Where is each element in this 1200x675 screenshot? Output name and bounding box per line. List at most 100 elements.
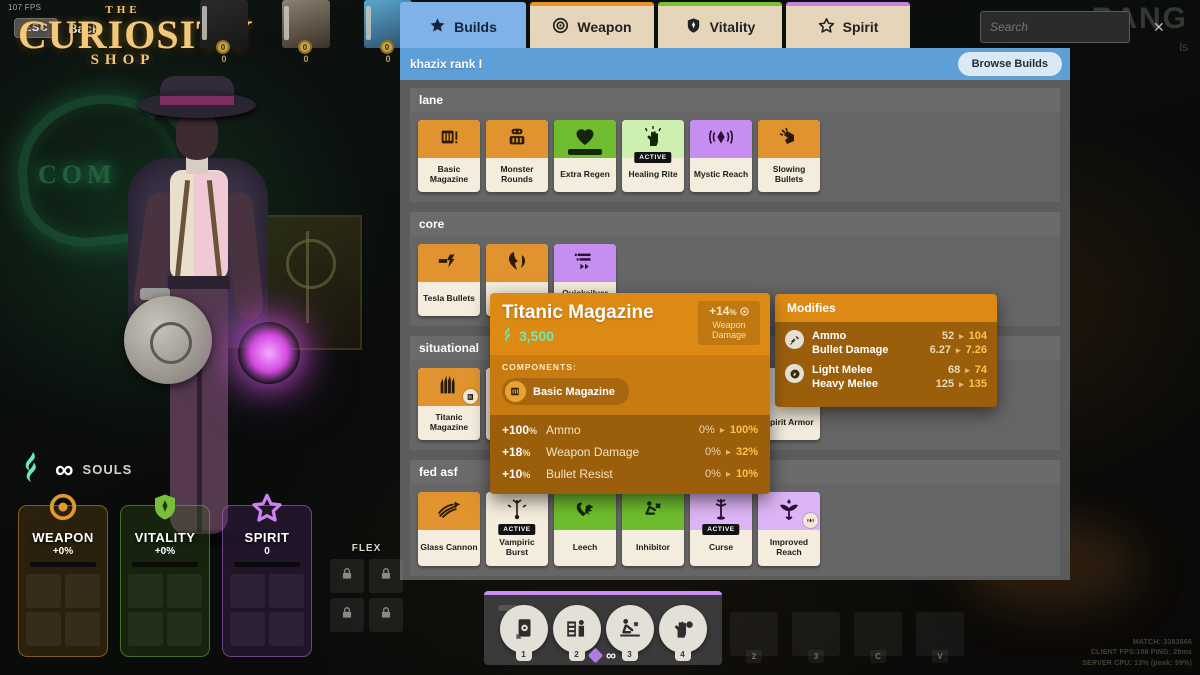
tooltip-stat-row: +18% Weapon Damage 0% ▸ 32% xyxy=(502,441,758,463)
ability-4-icon[interactable]: 4 xyxy=(658,605,707,661)
stat-value: +10 xyxy=(502,467,523,481)
item-art xyxy=(554,120,616,158)
item-art: ACTIVE xyxy=(622,120,684,163)
item-label: Glass Cannon xyxy=(420,542,478,553)
loadout-slots: WEAPON +0% VITALITY +0% SPIRIT 0 FLEX xyxy=(18,493,403,657)
item-slot[interactable] xyxy=(167,612,202,646)
item-card[interactable]: Leech xyxy=(554,492,616,566)
item-art: ACTIVE xyxy=(486,492,548,535)
item-slot[interactable] xyxy=(230,612,265,646)
loadout-slot-spirit[interactable]: SPIRIT 0 xyxy=(222,493,312,657)
spirit-icon xyxy=(251,492,283,529)
modifies-row: Heavy Melee 125 ▸ 135 xyxy=(812,377,987,391)
item-card[interactable]: Inhibitor xyxy=(622,492,684,566)
badge-unit: % xyxy=(729,308,737,317)
spirit-icon xyxy=(818,17,835,37)
slot-value: +0% xyxy=(154,546,176,557)
hero-portrait[interactable]: 0 0 xyxy=(200,0,248,64)
souls-label: SOULS xyxy=(82,462,133,477)
ability-1-icon[interactable]: 1 xyxy=(499,605,548,661)
reach-icon xyxy=(777,497,801,526)
item-slot[interactable] xyxy=(65,574,100,608)
stat-after: 74 xyxy=(974,364,987,376)
reload-icon xyxy=(573,250,597,277)
tab-label: Builds xyxy=(454,19,497,35)
arrow-icon: ▸ xyxy=(725,468,731,480)
item-card[interactable]: Improved Reach xyxy=(758,492,820,566)
ability-point-value: ∞ xyxy=(606,647,616,663)
stat-before: 125 xyxy=(935,378,955,390)
item-slot[interactable] xyxy=(269,574,304,608)
tab-label: Vitality xyxy=(709,19,756,35)
souls-value: ∞ xyxy=(55,454,74,485)
module-slot[interactable]: V xyxy=(916,612,964,663)
ability-2-icon[interactable]: 2 xyxy=(552,605,601,661)
item-card[interactable]: Basic Magazine xyxy=(418,120,480,192)
item-card[interactable]: Tesla Bullets xyxy=(418,244,480,316)
portrait-coin: 0 xyxy=(298,40,312,54)
item-slot[interactable] xyxy=(26,574,61,608)
modifies-title: Modifies xyxy=(775,294,997,322)
item-slot[interactable] xyxy=(230,574,265,608)
loadout-slot-vitality[interactable]: VITALITY +0% xyxy=(120,494,210,657)
item-card[interactable]: Monster Rounds xyxy=(486,120,548,192)
flex-slot[interactable] xyxy=(369,559,403,593)
search-box[interactable]: ✕ xyxy=(980,11,1165,43)
tab-vitality[interactable]: Vitality xyxy=(658,2,782,48)
ability-3-icon[interactable]: 3 xyxy=(605,605,654,661)
module-slot[interactable]: 3 xyxy=(792,612,840,663)
arrow-icon: ▸ xyxy=(959,330,964,341)
slot-title: VITALITY xyxy=(134,530,196,545)
component-badge xyxy=(803,513,818,528)
item-label: Monster Rounds xyxy=(500,164,534,184)
loadout-slot-weapon[interactable]: WEAPON +0% xyxy=(18,493,108,657)
weapon-icon xyxy=(48,492,78,527)
shop-title: THE CURIOSITY SHOP xyxy=(18,4,254,69)
healhand-icon xyxy=(641,125,665,154)
item-slot[interactable] xyxy=(128,574,163,608)
ammo-icon xyxy=(785,330,804,349)
search-input[interactable] xyxy=(990,20,1147,34)
item-card[interactable]: Glass Cannon xyxy=(418,492,480,566)
vampiric-icon xyxy=(505,497,529,526)
section-items: Basic Magazine Monster Rounds Extra Rege… xyxy=(410,112,1060,202)
item-card[interactable]: ACTIVE Curse xyxy=(690,492,752,566)
module-slot[interactable]: C xyxy=(854,612,902,663)
item-slot[interactable] xyxy=(26,612,61,646)
module-slots: 2 3 C V xyxy=(730,612,964,663)
item-card[interactable]: ACTIVE Vampiric Burst xyxy=(486,492,548,566)
flex-slot[interactable] xyxy=(330,598,364,632)
module-slot[interactable]: 2 xyxy=(730,612,778,663)
item-label: Mystic Reach xyxy=(693,169,749,180)
stat-name: Weapon Damage xyxy=(546,445,640,459)
close-icon[interactable]: ✕ xyxy=(1147,19,1165,36)
item-card[interactable]: ACTIVE Healing Rite xyxy=(622,120,684,192)
item-slot[interactable] xyxy=(65,612,100,646)
shop-title-main: CURIOSITY xyxy=(18,12,254,57)
component-chip[interactable]: Basic Magazine xyxy=(502,378,629,405)
tab-weapon[interactable]: Weapon xyxy=(530,2,654,48)
stat-before: 68 xyxy=(947,364,961,376)
tooltip-cost-value: 3,500 xyxy=(519,328,555,344)
item-slot[interactable] xyxy=(128,612,163,646)
item-label: Extra Regen xyxy=(560,169,610,180)
flex-slot[interactable] xyxy=(330,559,364,593)
hero-portrait[interactable]: 0 0 xyxy=(282,0,330,64)
debug-line: SERVER CPU: 13% (peak: 59%) xyxy=(1082,659,1192,667)
browse-builds-button[interactable]: Browse Builds xyxy=(957,52,1062,76)
stat-name: Light Melee xyxy=(812,364,873,376)
tab-builds[interactable]: Builds xyxy=(400,2,526,48)
component-badge xyxy=(463,389,478,404)
tab-spirit[interactable]: Spirit xyxy=(786,2,910,48)
stat-name: Ammo xyxy=(546,423,581,437)
item-card[interactable]: Slowing Bullets xyxy=(758,120,820,192)
badge-label: Weapon Damage xyxy=(711,320,747,341)
item-label: Inhibitor xyxy=(636,542,670,553)
item-card[interactable]: Mystic Reach xyxy=(690,120,752,192)
item-card[interactable]: Titanic Magazine xyxy=(418,368,480,440)
item-card[interactable]: Extra Regen xyxy=(554,120,616,192)
item-slot[interactable] xyxy=(167,574,202,608)
item-slot[interactable] xyxy=(269,612,304,646)
slot-value: 0 xyxy=(264,546,270,557)
flex-slot[interactable] xyxy=(369,598,403,632)
